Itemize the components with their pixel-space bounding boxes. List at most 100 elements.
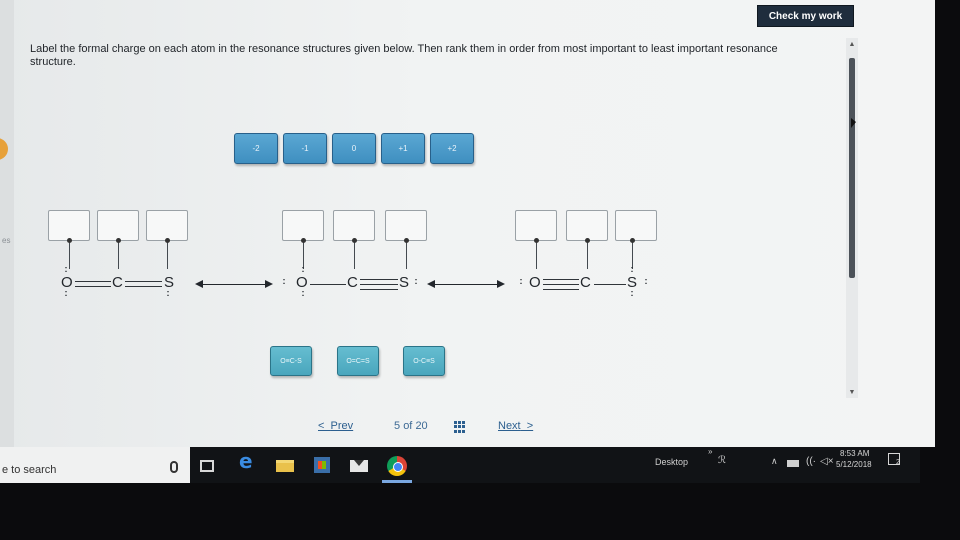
rank-tile-o-double-c-double-s[interactable]: O=C=S [337, 346, 379, 376]
charge-drop-box-s-2[interactable] [385, 210, 427, 241]
task-view-icon[interactable] [200, 460, 214, 472]
charge-drop-box-o-1[interactable] [48, 210, 90, 241]
windows-taskbar: e to search e Desktop » ℛ ∧ ((· ◁× 8:53 … [0, 447, 920, 483]
scroll-up-icon[interactable]: ▲ [846, 38, 858, 50]
total-pages: 20 [415, 420, 428, 432]
charge-tile-bank: -2 -1 0 +1 +2 [234, 133, 474, 167]
connector-pin [67, 238, 72, 243]
taskbar-search-box[interactable]: e to search [0, 447, 190, 483]
lone-pair: : [519, 276, 523, 286]
atom-o: O [529, 274, 541, 291]
edge-browser-icon[interactable]: e [239, 451, 255, 471]
atom-c: C [112, 274, 123, 291]
mail-icon[interactable] [350, 460, 368, 472]
connector-pin [404, 238, 409, 243]
connector-line [118, 241, 119, 269]
prev-label: Prev [330, 420, 354, 432]
bond-line [360, 284, 398, 285]
chrome-browser-icon[interactable] [387, 456, 407, 476]
bond-line [360, 289, 398, 290]
connector-pin [116, 238, 121, 243]
connector-line [167, 241, 168, 269]
resonance-arrow [195, 280, 273, 288]
charge-drop-box-c-2[interactable] [333, 210, 375, 241]
page-of: of [403, 420, 413, 432]
mouse-cursor-icon [851, 118, 856, 128]
prev-button[interactable]: < Prev [318, 420, 353, 432]
charge-tile-minus-2[interactable]: -2 [234, 133, 278, 164]
lone-pair: : [414, 276, 418, 286]
next-label: Next [498, 420, 521, 432]
store-icon[interactable] [314, 457, 330, 473]
battery-icon[interactable] [787, 460, 799, 467]
connector-line [587, 241, 588, 269]
volume-muted-icon[interactable]: ◁× [820, 456, 834, 467]
lone-pair: : [301, 264, 305, 274]
charge-drop-box-o-3[interactable] [515, 210, 557, 241]
charge-tile-plus-2[interactable]: +2 [430, 133, 474, 164]
assignment-page: es Check my work Label the formal charge… [0, 0, 935, 447]
current-page: 5 [394, 420, 401, 432]
people-icon[interactable]: ℛ [718, 455, 726, 466]
toolbar-expand-icon[interactable]: » [708, 447, 712, 456]
charge-tile-0[interactable]: 0 [332, 133, 376, 164]
file-explorer-icon[interactable] [276, 460, 294, 472]
bond-line [360, 279, 398, 280]
connector-pin [301, 238, 306, 243]
lone-pair: : [166, 288, 170, 298]
charge-drop-box-c-1[interactable] [97, 210, 139, 241]
connector-pin [352, 238, 357, 243]
scroll-thumb[interactable] [849, 58, 855, 278]
bond-line [310, 284, 346, 285]
screen: es Check my work Label the formal charge… [0, 0, 960, 540]
connector-pin [630, 238, 635, 243]
rank-tile-o-triple-c-s[interactable]: O≡C-S [270, 346, 312, 376]
ranking-tile-bank: O≡C-S O=C=S O-C≡S [270, 346, 450, 378]
lone-pair: : [630, 288, 634, 298]
bond-line [543, 289, 579, 290]
resonance-structures: : : O C S :::: O C S:: O C: S:: [0, 200, 760, 310]
search-placeholder: e to search [2, 464, 57, 476]
active-app-indicator [382, 480, 412, 483]
charge-drop-box-s-1[interactable] [146, 210, 188, 241]
next-button[interactable]: Next > [498, 420, 533, 432]
rank-tile-o-c-triple-s[interactable]: O-C≡S [403, 346, 445, 376]
microphone-icon[interactable] [170, 461, 178, 473]
connector-pin [165, 238, 170, 243]
question-grid-icon[interactable] [454, 421, 466, 433]
bond-line [543, 279, 579, 280]
charge-tile-plus-1[interactable]: +1 [381, 133, 425, 164]
desktop-toolbar-label[interactable]: Desktop [655, 457, 688, 467]
connector-line [69, 241, 70, 269]
bond-line [75, 281, 111, 282]
bond-line [594, 284, 626, 285]
connector-line [536, 241, 537, 269]
atom-c: C [347, 274, 358, 291]
lone-pair: : [630, 264, 634, 274]
check-my-work-button[interactable]: Check my work [757, 5, 854, 27]
resonance-arrow [427, 280, 505, 288]
question-pager: < Prev 5 of 20 Next > [318, 420, 558, 436]
lone-pair: : [64, 264, 68, 274]
atom-o: O [61, 274, 73, 291]
show-hidden-icons-icon[interactable]: ∧ [771, 456, 778, 467]
bond-line [543, 284, 579, 285]
lone-pair: : [282, 276, 286, 286]
atom-c: C [580, 274, 591, 291]
clock-time[interactable]: 8:53 AM [840, 449, 869, 458]
connector-pin [585, 238, 590, 243]
charge-drop-box-c-3[interactable] [566, 210, 608, 241]
scroll-down-icon[interactable]: ▼ [846, 386, 858, 398]
charge-drop-box-s-3[interactable] [615, 210, 657, 241]
connector-pin [534, 238, 539, 243]
vertical-scrollbar[interactable]: ▲ ▼ [846, 38, 858, 398]
charge-drop-box-o-2[interactable] [282, 210, 324, 241]
notification-count: 2 [896, 459, 900, 466]
clock-date[interactable]: 5/12/2018 [836, 460, 872, 469]
wifi-icon[interactable]: ((· [806, 456, 816, 467]
atom-o: O [296, 274, 308, 291]
bond-line [125, 286, 162, 287]
atom-s: S [399, 274, 410, 291]
page-counter: 5 of 20 [394, 420, 428, 432]
charge-tile-minus-1[interactable]: -1 [283, 133, 327, 164]
